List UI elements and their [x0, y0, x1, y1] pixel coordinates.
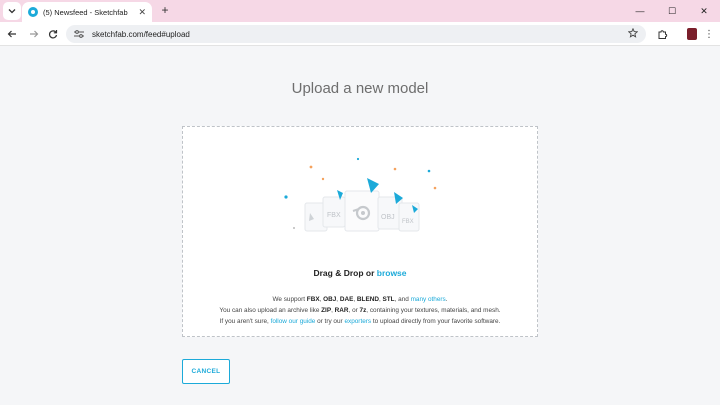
sketchfab-favicon: [28, 7, 38, 17]
profile-avatar: [687, 28, 697, 40]
drag-drop-label: Drag & Drop or: [313, 268, 377, 278]
forward-arrow-icon: [30, 30, 39, 38]
maximize-button[interactable]: ☐: [656, 0, 688, 22]
extensions-button[interactable]: [654, 26, 670, 42]
browser-toolbar: sketchfab.com/feed#upload ⋮: [0, 22, 720, 46]
close-window-button[interactable]: ✕: [688, 0, 720, 22]
address-bar[interactable]: sketchfab.com/feed#upload: [66, 25, 646, 43]
back-button[interactable]: [4, 26, 20, 42]
back-arrow-icon: [7, 30, 16, 38]
support-line-2: You can also upload an archive like ZIP,…: [219, 307, 501, 314]
upload-illustration: FBX OBJ FBX: [284, 157, 437, 232]
new-tab-button[interactable]: +: [158, 3, 172, 17]
browser-menu-button[interactable]: ⋮: [701, 26, 717, 42]
many-others-link[interactable]: many others: [411, 296, 446, 303]
tab-search-button[interactable]: [3, 2, 21, 20]
extensions-icon: [658, 29, 667, 39]
file-card-label-2: OBJ: [381, 214, 395, 221]
follow-guide-link[interactable]: follow our guide: [271, 318, 316, 325]
forward-button[interactable]: [26, 26, 42, 42]
support-line-3: If you aren't sure, follow our guide or …: [219, 318, 501, 325]
reload-button[interactable]: [45, 26, 61, 42]
drag-drop-text: Drag & Drop or browse: [183, 268, 537, 278]
file-card-label-1: FBX: [327, 212, 341, 219]
profile-button[interactable]: [684, 26, 700, 42]
url-text: sketchfab.com/feed#upload: [92, 29, 190, 39]
page-title: Upload a new model: [291, 80, 429, 97]
star-icon[interactable]: [628, 28, 638, 38]
chevron-down-icon: [8, 9, 16, 14]
minimize-button[interactable]: —: [624, 0, 656, 22]
active-tab[interactable]: (5) Newsfeed - Sketchfab ✕: [22, 2, 152, 22]
tune-icon[interactable]: [74, 30, 84, 38]
exporters-link[interactable]: exporters: [344, 318, 371, 325]
tab-close-icon[interactable]: ✕: [138, 7, 146, 17]
browse-link[interactable]: browse: [377, 268, 407, 278]
window-controls: — ☐ ✕: [624, 0, 720, 22]
tab-strip: (5) Newsfeed - Sketchfab ✕ + — ☐ ✕: [0, 0, 720, 22]
supported-formats-text: We support FBX, OBJ, DAE, BLEND, STL, an…: [183, 294, 537, 327]
cancel-button[interactable]: CANCEL: [182, 359, 230, 384]
reload-icon: [48, 30, 58, 39]
support-line-1: We support FBX, OBJ, DAE, BLEND, STL, an…: [272, 296, 448, 303]
upload-dropzone[interactable]: FBX OBJ FBX Drag & Drop or browse We sup…: [182, 126, 538, 337]
tab-title: (5) Newsfeed - Sketchfab: [43, 7, 128, 17]
file-card-label-3: FBX: [402, 219, 414, 225]
